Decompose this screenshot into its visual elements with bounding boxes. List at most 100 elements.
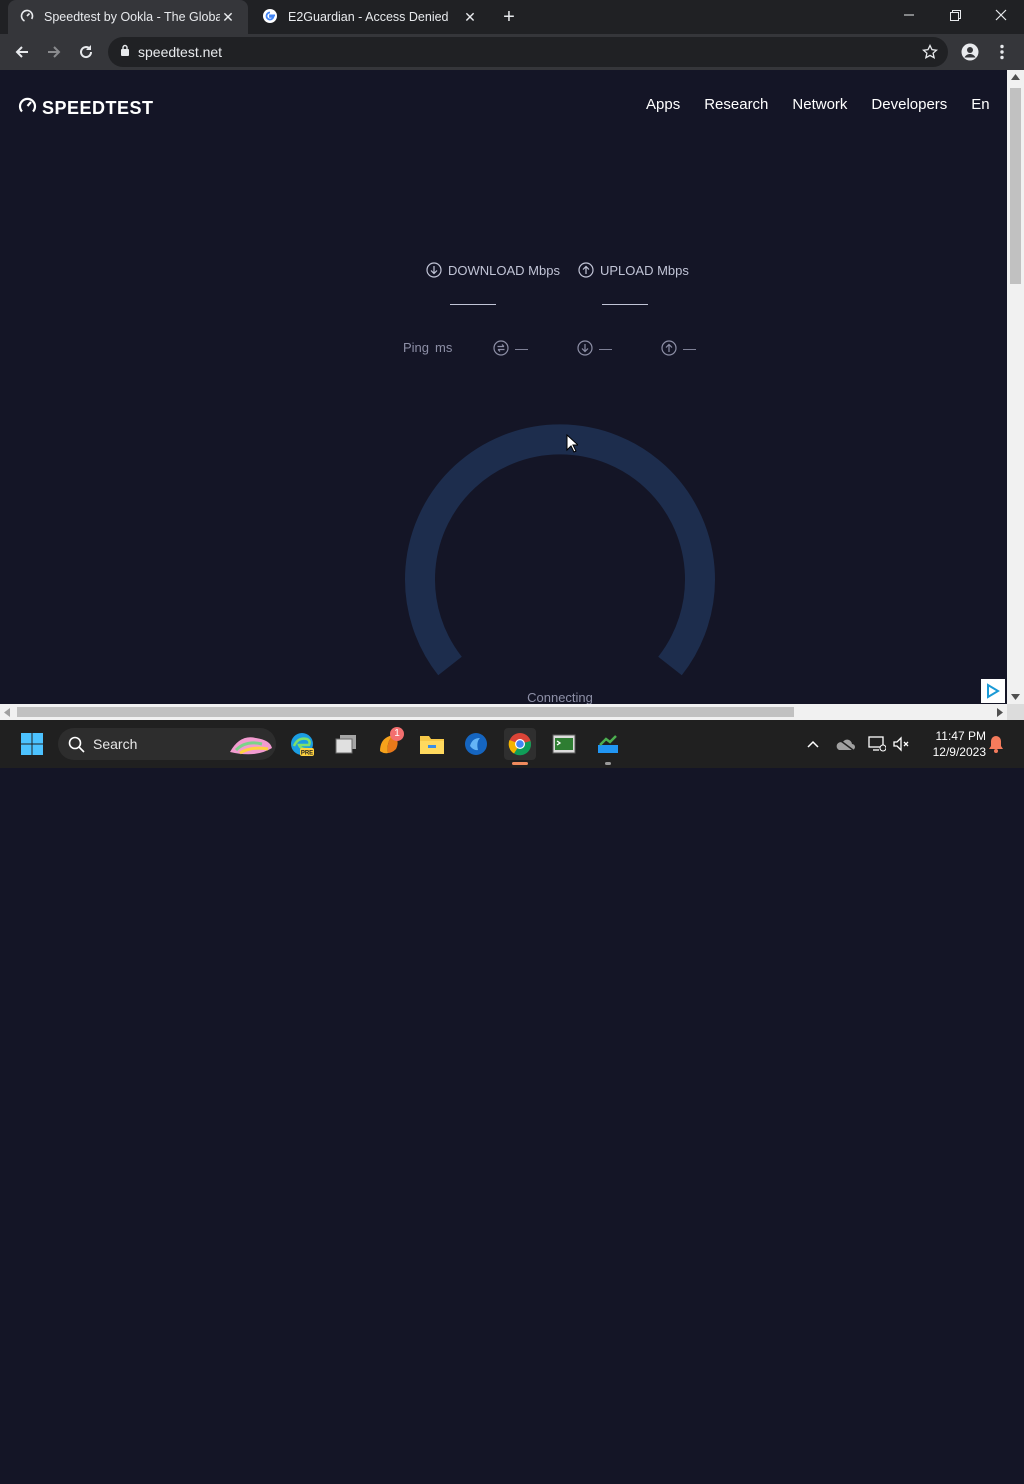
forward-arrow-icon: [48, 46, 61, 58]
reload-icon: [80, 45, 93, 59]
tab-title: E2Guardian - Access Denied: [288, 10, 449, 24]
speedtest-page: SPEEDTEST Apps Research Network Develope…: [0, 70, 1007, 704]
scroll-left-icon: [4, 708, 10, 717]
connection-status: Connecting: [527, 690, 593, 704]
upload-latency-icon: [661, 340, 677, 356]
vertical-scrollbar[interactable]: [1007, 70, 1024, 704]
bookmark-star-icon[interactable]: [921, 43, 939, 65]
file-explorer-icon[interactable]: [416, 728, 448, 760]
forward-button[interactable]: [40, 38, 68, 66]
task-view-icon[interactable]: [330, 728, 362, 760]
notification-badge: 1: [390, 727, 404, 741]
app-terminal-icon[interactable]: [548, 728, 580, 760]
app-chart-icon[interactable]: [592, 728, 624, 760]
download-value-placeholder: [450, 304, 496, 305]
tab-e2guardian[interactable]: E2Guardian - Access Denied ✕: [250, 0, 490, 34]
scroll-right-icon: [997, 708, 1003, 717]
browser-toolbar: speedtest.net: [0, 34, 1024, 70]
onedrive-icon[interactable]: [829, 728, 861, 760]
close-icon: [995, 9, 1007, 21]
url-text[interactable]: speedtest.net: [138, 44, 222, 60]
mouse-cursor-icon: [566, 434, 578, 453]
download-label: DOWNLOAD Mbps: [426, 262, 560, 278]
system-clock[interactable]: 11:47 PM 12/9/2023: [916, 728, 986, 760]
nav-item-research[interactable]: Research: [704, 96, 768, 113]
start-button[interactable]: [16, 728, 48, 760]
notification-bell-icon[interactable]: [980, 728, 1012, 760]
nav-item-network[interactable]: Network: [792, 96, 847, 113]
tab-speedtest[interactable]: Speedtest by Ookla - The Global ✕: [8, 0, 248, 34]
ping-unit: ms: [435, 340, 453, 355]
profile-icon: [961, 43, 979, 61]
menu-button[interactable]: [988, 38, 1016, 66]
minimize-icon: [904, 14, 914, 16]
restore-icon: [949, 9, 961, 21]
kebab-menu-icon: [1000, 44, 1004, 60]
ping-upload-value: —: [683, 340, 696, 356]
tab-close-icon[interactable]: ✕: [220, 9, 236, 26]
ping-label: Ping ms: [403, 340, 452, 355]
chrome-active-indicator: [512, 762, 528, 765]
lock-icon: [120, 43, 130, 61]
ping-idle-value: —: [515, 340, 528, 356]
scrollbar-corner: [1007, 704, 1024, 720]
nav-item-enterprise[interactable]: En: [971, 96, 989, 113]
ping-upload: —: [661, 340, 696, 356]
chrome-taskbar-icon[interactable]: [504, 728, 536, 760]
download-latency-icon: [577, 340, 593, 356]
app-running-indicator: [605, 762, 611, 765]
scroll-up-icon: [1011, 74, 1020, 80]
clock-date: 12/9/2023: [932, 745, 986, 759]
back-arrow-icon: [15, 46, 28, 58]
adchoices-icon[interactable]: [981, 679, 1005, 703]
active-app-highlight: [501, 1444, 541, 1484]
address-bar[interactable]: speedtest.net: [108, 37, 948, 67]
speed-gauge: [405, 424, 715, 676]
ping-label-text: Ping: [403, 340, 430, 355]
ping-download-value: —: [599, 340, 612, 356]
volume-muted-icon[interactable]: [885, 728, 917, 760]
vertical-scroll-thumb[interactable]: [1010, 88, 1021, 284]
back-button[interactable]: [8, 38, 36, 66]
ping-download: —: [577, 340, 612, 356]
edge-beta-icon[interactable]: PRE: [286, 728, 318, 760]
nav-item-developers[interactable]: Developers: [871, 96, 947, 113]
search-icon: [68, 736, 85, 753]
download-label-text: DOWNLOAD Mbps: [448, 262, 560, 278]
upload-arrow-icon: [578, 262, 594, 278]
upload-label-text: UPLOAD Mbps: [600, 262, 689, 278]
show-hidden-icons-icon[interactable]: [797, 728, 829, 760]
main-nav: Apps Research Network Developers En: [646, 96, 990, 113]
minimize-button[interactable]: [886, 0, 932, 30]
ping-idle-icon: [493, 340, 509, 356]
upload-value-placeholder: [602, 304, 648, 305]
scroll-down-icon: [1011, 694, 1020, 700]
new-tab-button[interactable]: +: [494, 0, 524, 34]
restore-button[interactable]: [932, 0, 978, 30]
svg-text:PRE: PRE: [301, 751, 313, 757]
tab-title: Speedtest by Ookla - The Global: [44, 10, 220, 24]
search-label: Search: [93, 736, 138, 752]
horizontal-scroll-thumb[interactable]: [17, 707, 794, 717]
search-highlight-art-icon: [230, 737, 272, 755]
profile-button[interactable]: [956, 38, 984, 66]
taskbar-search[interactable]: Search: [58, 728, 276, 760]
speedtest-logo[interactable]: SPEEDTEST: [18, 96, 154, 120]
close-window-button[interactable]: [978, 0, 1024, 30]
ping-idle: —: [493, 340, 528, 356]
reload-button[interactable]: [72, 38, 100, 66]
nav-item-apps[interactable]: Apps: [646, 96, 680, 113]
taskbar: Search PRE 1 11:47 PM 12/9/2023: [0, 720, 1024, 768]
speedometer-icon: [18, 96, 42, 120]
logo-text: SPEEDTEST: [42, 97, 154, 118]
download-arrow-icon: [426, 262, 442, 278]
google-favicon-icon: [262, 8, 278, 27]
tab-strip: Speedtest by Ookla - The Global ✕ E2Guar…: [0, 0, 1024, 34]
clock-time: 11:47 PM: [935, 729, 986, 743]
upload-label: UPLOAD Mbps: [578, 262, 689, 278]
app-blue-icon[interactable]: [460, 728, 492, 760]
speedtest-favicon-icon: [20, 9, 34, 26]
windows-logo-icon: [21, 733, 43, 755]
tab-close-icon[interactable]: ✕: [462, 9, 478, 26]
horizontal-scrollbar[interactable]: [0, 704, 1007, 720]
